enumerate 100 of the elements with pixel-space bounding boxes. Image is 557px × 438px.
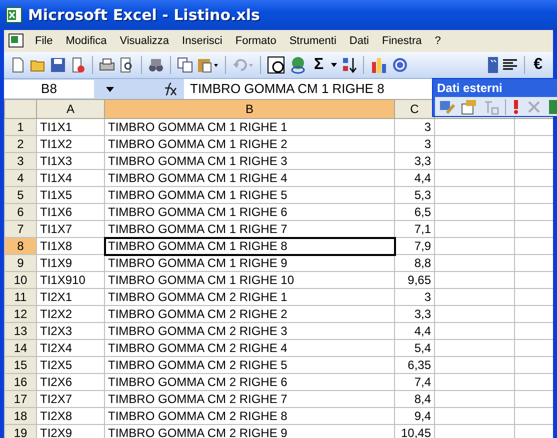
- binoculars-icon[interactable]: [148, 57, 164, 73]
- column-header[interactable]: B: [104, 100, 394, 118]
- row-header[interactable]: 11: [4, 288, 36, 306]
- row-header[interactable]: 7: [4, 220, 36, 238]
- table-cell[interactable]: 3: [394, 118, 434, 136]
- table-cell[interactable]: 3,3: [394, 152, 434, 170]
- row-header[interactable]: 19: [4, 424, 36, 438]
- table-cell[interactable]: TIMBRO GOMMA CM 1 RIGHE 10: [104, 272, 394, 288]
- new-file-icon[interactable]: [10, 57, 26, 73]
- table-cell[interactable]: TIMBRO GOMMA CM 2 RIGHE 1: [104, 288, 394, 306]
- printer-icon[interactable]: [99, 57, 115, 73]
- row-header[interactable]: 17: [4, 390, 36, 408]
- name-box[interactable]: B8: [4, 80, 94, 98]
- table-cell[interactable]: 6,35: [394, 356, 434, 374]
- edit-query-icon[interactable]: [439, 98, 455, 114]
- menu-item[interactable]: File: [35, 35, 53, 47]
- table-cell[interactable]: TIMBRO GOMMA CM 2 RIGHE 8: [104, 408, 394, 424]
- table-cell[interactable]: TIMBRO GOMMA CM 1 RIGHE 9: [104, 254, 394, 272]
- table-cell[interactable]: TI1X4: [36, 170, 104, 186]
- row-header[interactable]: 12: [4, 306, 36, 322]
- table-cell[interactable]: TIMBRO GOMMA CM 1 RIGHE 4: [104, 170, 394, 186]
- row-header[interactable]: 5: [4, 186, 36, 204]
- table-cell[interactable]: 4,4: [394, 322, 434, 340]
- table-cell[interactable]: 6,5: [394, 204, 434, 220]
- table-cell[interactable]: TIMBRO GOMMA CM 2 RIGHE 6: [104, 374, 394, 390]
- dropdown-arrow-icon[interactable]: [330, 63, 337, 67]
- row-header[interactable]: 4: [4, 170, 36, 186]
- table-cell[interactable]: TIMBRO GOMMA CM 1 RIGHE 3: [104, 152, 394, 170]
- menu-item[interactable]: Inserisci: [182, 35, 222, 47]
- row-header[interactable]: 16: [4, 374, 36, 390]
- table-cell[interactable]: 7,1: [394, 220, 434, 238]
- table-cell[interactable]: TIMBRO GOMMA CM 2 RIGHE 7: [104, 390, 394, 408]
- row-header[interactable]: 14: [4, 340, 36, 356]
- menu-item[interactable]: Visualizza: [120, 35, 170, 47]
- table-cell[interactable]: TI2X3: [36, 322, 104, 340]
- table-cell[interactable]: 4,4: [394, 170, 434, 186]
- menu-item[interactable]: Formato: [235, 35, 276, 47]
- table-cell[interactable]: TIMBRO GOMMA CM 1 RIGHE 5: [104, 186, 394, 204]
- table-cell[interactable]: TIMBRO GOMMA CM 1 RIGHE 1: [104, 118, 394, 136]
- column-header[interactable]: A: [36, 100, 104, 118]
- menu-item[interactable]: Dati: [349, 35, 369, 47]
- align-left-icon[interactable]: [502, 58, 518, 72]
- table-cell[interactable]: TI1X7: [36, 220, 104, 238]
- table-cell[interactable]: TIMBRO GOMMA CM 1 RIGHE 6: [104, 204, 394, 220]
- table-cell[interactable]: TI1X5: [36, 186, 104, 204]
- table-cell[interactable]: 3: [394, 136, 434, 152]
- row-header[interactable]: 2: [4, 136, 36, 152]
- table-cell[interactable]: 8,8: [394, 254, 434, 272]
- workbook-icon[interactable]: [6, 32, 26, 50]
- row-header[interactable]: 6: [4, 204, 36, 220]
- table-cell[interactable]: TI2X8: [36, 408, 104, 424]
- table-cell[interactable]: TI1X2: [36, 136, 104, 152]
- row-header[interactable]: 3: [4, 152, 36, 170]
- table-cell[interactable]: TI1X9: [36, 254, 104, 272]
- exclamation-icon[interactable]: [512, 98, 520, 114]
- function-icon[interactable]: [162, 82, 178, 96]
- currency-button[interactable]: €: [530, 56, 546, 74]
- table-cell[interactable]: TIMBRO GOMMA CM 2 RIGHE 2: [104, 306, 394, 322]
- table-cell[interactable]: TIMBRO GOMMA CM 2 RIGHE 5: [104, 356, 394, 374]
- row-header[interactable]: 15: [4, 356, 36, 374]
- table-cell[interactable]: TI2X5: [36, 356, 104, 374]
- row-header[interactable]: 8: [4, 238, 36, 254]
- sort-icon[interactable]: [340, 56, 357, 74]
- row-header[interactable]: 10: [4, 272, 36, 288]
- table-cell[interactable]: TI1X3: [36, 152, 104, 170]
- document-icon[interactable]: [70, 57, 86, 73]
- table-cell[interactable]: TI2X2: [36, 306, 104, 322]
- menu-item[interactable]: Finestra: [382, 35, 422, 47]
- row-header[interactable]: 9: [4, 254, 36, 272]
- table-cell[interactable]: 7,9: [394, 238, 434, 254]
- row-header[interactable]: 18: [4, 408, 36, 424]
- menu-item[interactable]: ?: [434, 35, 441, 47]
- table-cell[interactable]: TIMBRO GOMMA CM 2 RIGHE 4: [104, 340, 394, 356]
- table-cell[interactable]: TI2X4: [36, 340, 104, 356]
- dropdown-arrow-icon[interactable]: [106, 86, 114, 92]
- row-header[interactable]: 1: [4, 118, 36, 136]
- column-header[interactable]: C: [394, 100, 434, 118]
- table-cell[interactable]: TI1X6: [36, 204, 104, 220]
- autosum-button[interactable]: Σ: [311, 56, 327, 74]
- help-icon[interactable]: [392, 57, 408, 73]
- table-cell[interactable]: 5,3: [394, 186, 434, 204]
- table-cell[interactable]: TI2X6: [36, 374, 104, 390]
- table-cell[interactable]: TI2X1: [36, 288, 104, 306]
- table-cell[interactable]: 3: [394, 288, 434, 306]
- table-cell[interactable]: 8,4: [394, 390, 434, 408]
- menu-item[interactable]: Strumenti: [289, 35, 336, 47]
- table-cell[interactable]: TIMBRO GOMMA CM 1 RIGHE 2: [104, 136, 394, 152]
- table-cell[interactable]: TI1X1: [36, 118, 104, 136]
- table-cell[interactable]: TI2X7: [36, 390, 104, 408]
- row-header[interactable]: 13: [4, 322, 36, 340]
- table-cell[interactable]: TI1X910: [36, 272, 104, 288]
- table-cell[interactable]: 3,3: [394, 306, 434, 322]
- table-cell[interactable]: TIMBRO GOMMA CM 2 RIGHE 3: [104, 322, 394, 340]
- table-cell[interactable]: 9,4: [394, 408, 434, 424]
- copy-icon[interactable]: [177, 57, 193, 73]
- table-cell[interactable]: 7,4: [394, 374, 434, 390]
- table-cell[interactable]: TIMBRO GOMMA CM 1 RIGHE 8: [104, 238, 394, 254]
- menu-item[interactable]: Modifica: [66, 35, 107, 47]
- chart-icon[interactable]: [370, 56, 388, 74]
- table-cell[interactable]: 9,65: [394, 272, 434, 288]
